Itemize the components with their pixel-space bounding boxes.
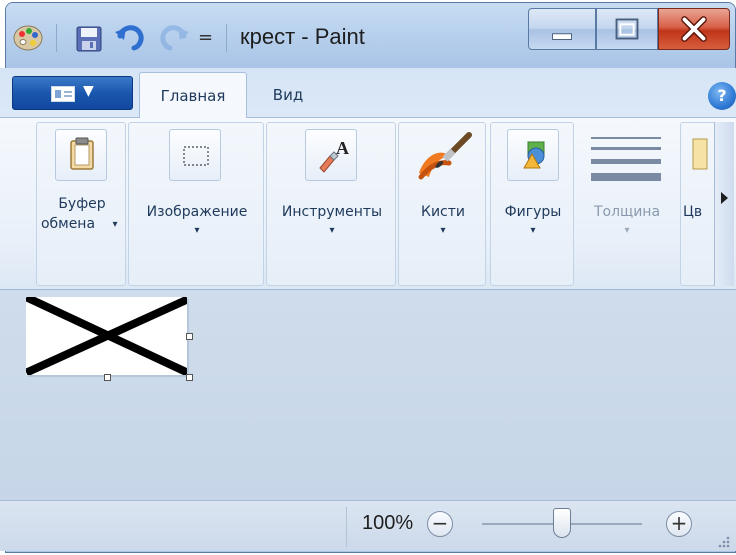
help-icon[interactable]: ?: [708, 82, 736, 110]
toolbar-separator: [226, 24, 227, 52]
clipboard-label-line1: Буфер: [58, 196, 106, 212]
shapes-button[interactable]: [507, 129, 559, 181]
document-icon: [51, 86, 75, 102]
tools-group[interactable]: A Инструменты ▾: [266, 122, 396, 286]
maximize-button[interactable]: [596, 8, 658, 50]
select-button[interactable]: [169, 129, 221, 181]
line-size-icon: [591, 137, 661, 181]
chevron-down-icon: ▾: [440, 225, 446, 236]
redo-icon[interactable]: [158, 22, 190, 52]
undo-icon[interactable]: [114, 22, 146, 52]
clipboard-label-line2: обмена: [40, 216, 96, 232]
file-menu-button[interactable]: ▼: [12, 76, 133, 110]
brushes-label: Кисти: [421, 204, 465, 220]
chevron-down-icon: ▾: [194, 225, 200, 236]
image-label: Изображение: [146, 204, 248, 220]
brush-icon: [418, 132, 472, 180]
size-group[interactable]: Толщина ▾: [576, 122, 676, 286]
shapes-group[interactable]: Фигуры ▾: [490, 122, 574, 286]
zoom-in-button[interactable]: +: [666, 511, 692, 537]
clipboard-button[interactable]: [55, 129, 107, 181]
zoom-level: 100%: [362, 512, 414, 534]
tab-view[interactable]: Вид: [258, 72, 318, 118]
paint-app-icon[interactable]: [12, 22, 44, 54]
colors-icon: [692, 138, 708, 170]
zoom-slider-thumb[interactable]: [553, 508, 571, 538]
tools-icon: A: [319, 138, 349, 173]
tools-label: Инструменты: [281, 204, 383, 220]
colors-group[interactable]: Цв: [680, 122, 716, 286]
chevron-down-icon: ▾: [624, 225, 630, 236]
image-group[interactable]: Изображение ▾: [128, 122, 264, 286]
close-icon: [681, 16, 707, 42]
close-button[interactable]: [658, 8, 730, 50]
canvas-resize-handle-right[interactable]: [186, 333, 193, 340]
clipboard-group[interactable]: Буфер обмена ▾: [36, 122, 126, 286]
resize-grip-icon[interactable]: [716, 534, 730, 548]
drawing-canvas[interactable]: [26, 297, 187, 375]
tab-home[interactable]: Главная: [139, 72, 247, 118]
svg-text:A: A: [336, 138, 349, 158]
clipboard-icon: [70, 137, 94, 170]
chevron-right-icon: [721, 192, 728, 204]
brushes-button[interactable]: [411, 127, 475, 191]
maximize-icon: [615, 18, 639, 40]
colors-label: Цв: [683, 204, 703, 220]
select-icon: [183, 146, 209, 166]
canvas-resize-handle-corner[interactable]: [186, 374, 193, 381]
chevron-down-icon: ▼: [83, 83, 94, 99]
customize-dropdown-icon[interactable]: =: [198, 28, 213, 48]
minimize-button[interactable]: [528, 8, 596, 50]
tools-button[interactable]: A: [305, 129, 357, 181]
chevron-down-icon: ▾: [112, 219, 118, 230]
shapes-icon: [523, 141, 545, 169]
chevron-down-icon: ▾: [329, 225, 335, 236]
status-separator: [346, 507, 347, 547]
window-title: крест - Paint: [240, 24, 365, 49]
zoom-out-button[interactable]: −: [427, 511, 453, 537]
size-label: Толщина: [593, 204, 661, 220]
toolbar-separator: [56, 24, 57, 52]
chevron-down-icon: ▾: [530, 225, 536, 236]
canvas-resize-handle-bottom[interactable]: [104, 374, 111, 381]
ribbon-scroll-right-button[interactable]: [714, 122, 734, 286]
shapes-label: Фигуры: [504, 204, 562, 220]
save-icon[interactable]: [76, 26, 102, 52]
minimize-icon: [552, 33, 572, 40]
brushes-group[interactable]: Кисти ▾: [398, 122, 486, 286]
